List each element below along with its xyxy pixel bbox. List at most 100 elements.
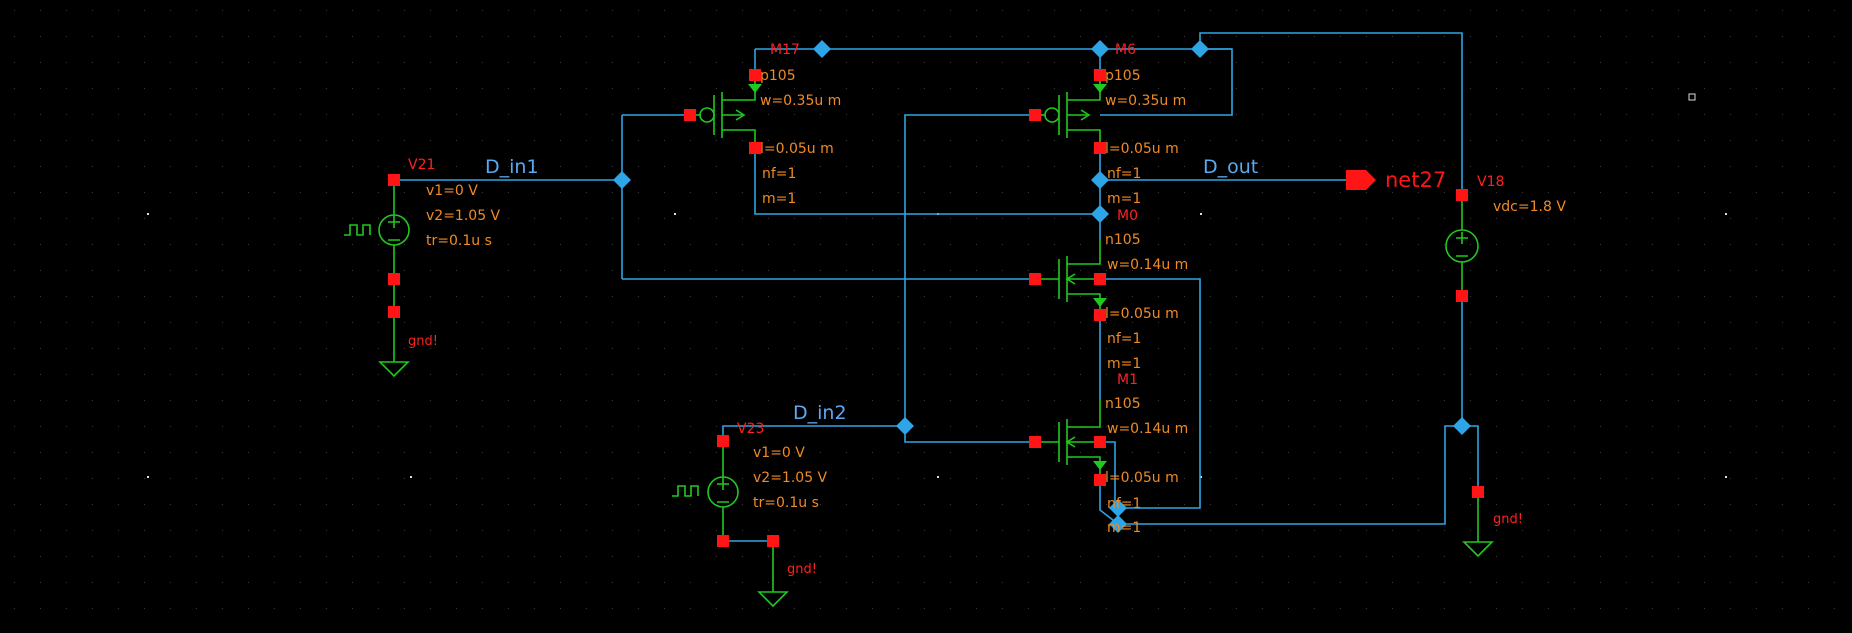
wire-junction[interactable] xyxy=(813,40,831,58)
pin-terminal[interactable] xyxy=(684,109,696,121)
grid-dot xyxy=(14,36,15,37)
grid-dot xyxy=(1418,400,1419,401)
m0-nmos-symbol[interactable] xyxy=(1035,240,1101,315)
grid-dot xyxy=(1132,348,1133,349)
grid-dot xyxy=(690,192,691,193)
pin-terminal[interactable] xyxy=(388,174,400,186)
grid-dot xyxy=(274,608,275,609)
grid-dot xyxy=(1340,192,1341,193)
grid-dot xyxy=(1652,62,1653,63)
grid-dot xyxy=(872,114,873,115)
grid-dot xyxy=(976,322,977,323)
grid-dot xyxy=(1340,166,1341,167)
grid-dot xyxy=(1522,244,1523,245)
grid-dot xyxy=(612,322,613,323)
grid-dot xyxy=(248,322,249,323)
wire-junction[interactable] xyxy=(896,417,914,435)
grid-dot xyxy=(1314,348,1315,349)
grid-dot xyxy=(170,504,171,505)
grid-dot xyxy=(898,348,899,349)
grid-dot xyxy=(92,244,93,245)
wire-junction[interactable] xyxy=(1091,40,1109,58)
pin-terminal[interactable] xyxy=(717,435,729,447)
grid-dot xyxy=(508,62,509,63)
grid-dot xyxy=(378,270,379,271)
grid-dot xyxy=(898,452,899,453)
wire-v18-gnd[interactable] xyxy=(1462,425,1479,492)
pin-terminal[interactable] xyxy=(1029,436,1041,448)
m6-pmos-symbol[interactable] xyxy=(1035,75,1101,148)
m0-width: w=0.14u m xyxy=(1107,257,1188,273)
grid-dot xyxy=(1080,530,1081,531)
grid-dot xyxy=(404,530,405,531)
pin-terminal[interactable] xyxy=(1456,290,1468,302)
grid-dot xyxy=(1626,582,1627,583)
pin-terminal[interactable] xyxy=(388,306,400,318)
grid-dot xyxy=(1418,114,1419,115)
pin-terminal[interactable] xyxy=(1472,486,1484,498)
grid-dot xyxy=(1548,348,1549,349)
grid-dot xyxy=(560,244,561,245)
wire-junction[interactable] xyxy=(613,171,631,189)
grid-dot xyxy=(794,374,795,375)
grid-dot xyxy=(508,322,509,323)
pin-terminal[interactable] xyxy=(1029,273,1041,285)
grid-dot xyxy=(1002,244,1003,245)
grid-dot xyxy=(404,400,405,401)
grid-dot xyxy=(638,296,639,297)
grid-dot xyxy=(586,166,587,167)
grid-dot xyxy=(976,140,977,141)
schematic-canvas[interactable]: D_in1 D_in2 D_out net27 M17 p105 w=0.35u… xyxy=(0,0,1852,633)
grid-dot xyxy=(404,192,405,193)
wire-m17-drain[interactable] xyxy=(754,148,1100,215)
pin-terminal[interactable] xyxy=(1094,436,1106,448)
grid-dot xyxy=(456,62,457,63)
m1-nmos-symbol[interactable] xyxy=(1035,400,1101,480)
v18-source-symbol[interactable] xyxy=(1445,195,1494,558)
wire-junction[interactable] xyxy=(1091,205,1109,223)
grid-dot xyxy=(1678,426,1679,427)
grid-dot xyxy=(1782,374,1783,375)
output-pin-icon[interactable] xyxy=(1346,170,1376,190)
grid-dot xyxy=(1600,166,1601,167)
grid-dot xyxy=(1262,296,1263,297)
grid-dot xyxy=(560,348,561,349)
v23-source-symbol[interactable] xyxy=(672,441,789,608)
grid-dot xyxy=(1210,296,1211,297)
wire-m1-gate[interactable] xyxy=(904,426,1035,443)
grid-dot xyxy=(14,270,15,271)
grid-dot xyxy=(1054,608,1055,609)
grid-dot xyxy=(1574,114,1575,115)
grid-dot xyxy=(1574,348,1575,349)
grid-dot xyxy=(40,114,41,115)
wire-junction[interactable] xyxy=(1453,417,1471,435)
grid-dot xyxy=(222,478,223,479)
grid-dot xyxy=(1080,374,1081,375)
grid-dot xyxy=(1730,10,1731,11)
pin-terminal[interactable] xyxy=(388,273,400,285)
grid-dot xyxy=(1496,504,1497,505)
grid-dot xyxy=(1756,62,1757,63)
grid-dot xyxy=(1522,140,1523,141)
grid-dot xyxy=(144,478,145,479)
grid-dot xyxy=(248,62,249,63)
grid-dot xyxy=(1652,400,1653,401)
pin-terminal[interactable] xyxy=(1456,189,1468,201)
pin-terminal[interactable] xyxy=(1029,109,1041,121)
grid-dot xyxy=(430,426,431,427)
grid-dot xyxy=(768,556,769,557)
grid-dot xyxy=(1262,140,1263,141)
grid-dot xyxy=(1236,88,1237,89)
grid-dot xyxy=(170,10,171,11)
grid-dot xyxy=(638,88,639,89)
grid-dot xyxy=(872,374,873,375)
pin-terminal[interactable] xyxy=(1094,273,1106,285)
pin-terminal[interactable] xyxy=(717,535,729,547)
m17-pmos-symbol[interactable] xyxy=(690,75,756,148)
pin-terminal[interactable] xyxy=(767,535,779,547)
grid-dot xyxy=(924,192,925,193)
grid-dot xyxy=(1522,62,1523,63)
wire-junction[interactable] xyxy=(1191,40,1209,58)
grid-dot xyxy=(1808,374,1809,375)
grid-dot xyxy=(118,218,119,219)
